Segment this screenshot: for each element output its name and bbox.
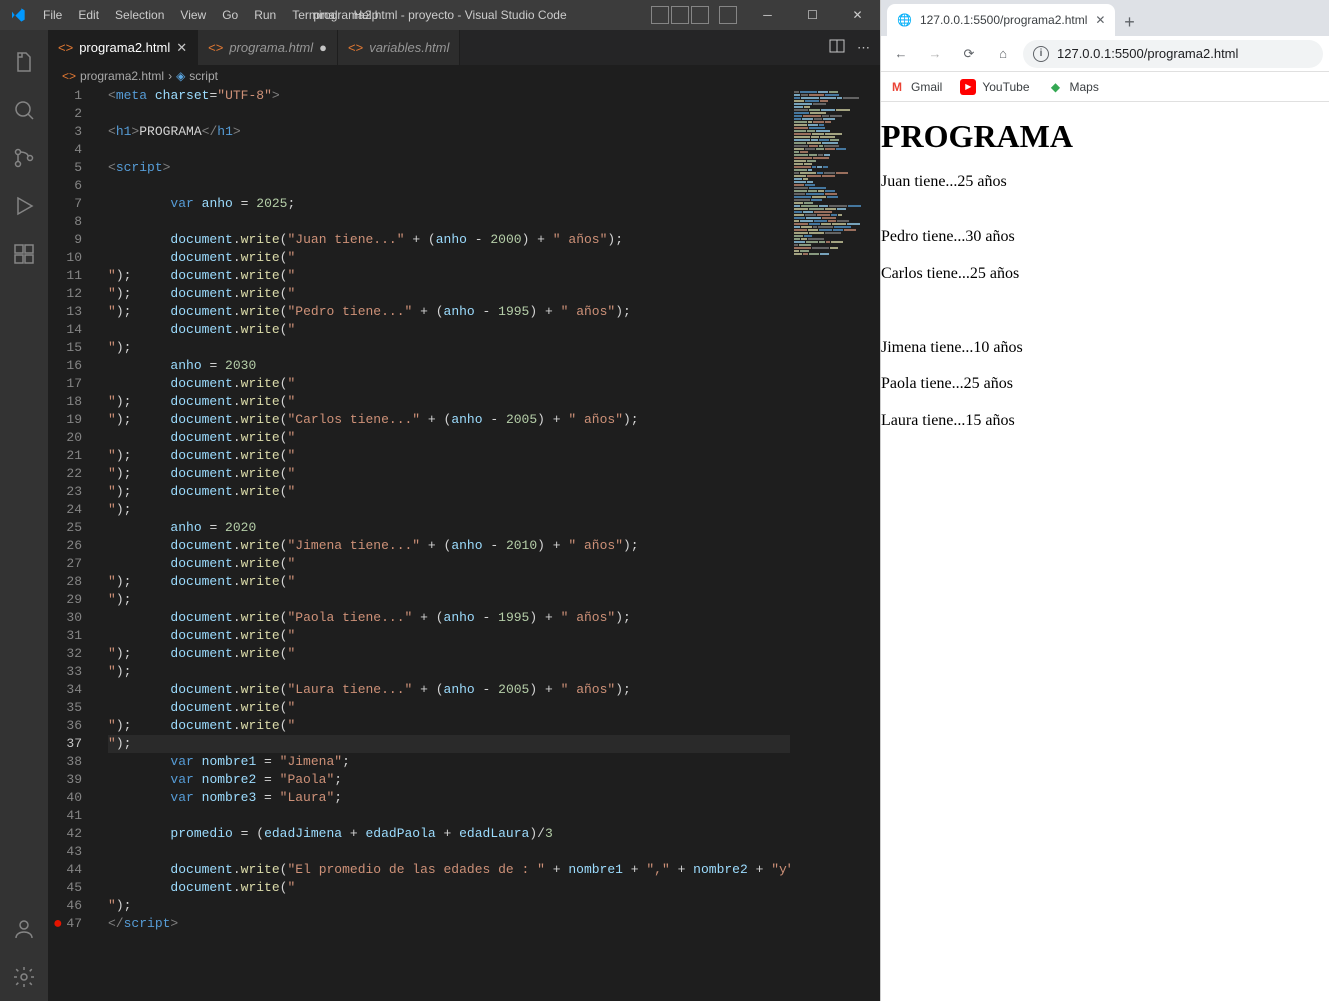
gmail-icon: M: [889, 79, 905, 95]
close-button[interactable]: ✕: [835, 0, 880, 30]
globe-icon: 🌐: [897, 13, 912, 27]
layout-custom-icon[interactable]: [719, 6, 737, 24]
layout-left-icon[interactable]: [651, 6, 669, 24]
close-tab-icon[interactable]: ✕: [1095, 13, 1105, 27]
maximize-button[interactable]: ☐: [790, 0, 835, 30]
explorer-icon[interactable]: [0, 38, 48, 86]
address-bar[interactable]: i 127.0.0.1:5500/programa2.html: [1023, 40, 1323, 68]
browser-toolbar: ← → ⟳ ⌂ i 127.0.0.1:5500/programa2.html: [881, 36, 1329, 72]
tab-programa2[interactable]: <> programa2.html ✕: [48, 30, 198, 65]
tab-actions: ⋯: [819, 30, 880, 65]
code-content[interactable]: <meta charset="UTF-8"> <h1>PROGRAMA</h1>…: [96, 87, 790, 1001]
forward-button[interactable]: →: [921, 40, 949, 68]
page-heading: PROGRAMA: [881, 118, 1329, 155]
bookmark-label: YouTube: [982, 80, 1029, 94]
youtube-icon: ▶: [960, 79, 976, 95]
reload-button[interactable]: ⟳: [955, 40, 983, 68]
layout-bottom-icon[interactable]: [671, 6, 689, 24]
menu-file[interactable]: File: [35, 0, 70, 30]
html-file-icon: <>: [62, 69, 76, 83]
account-icon[interactable]: [0, 905, 48, 953]
vscode-window: File Edit Selection View Go Run Terminal…: [0, 0, 880, 1001]
vscode-logo-icon: [0, 7, 35, 23]
minimize-button[interactable]: ─: [745, 0, 790, 30]
layout-icons: [651, 6, 737, 24]
minimap[interactable]: [790, 87, 880, 1001]
tab-programa[interactable]: <> programa.html ●: [198, 30, 338, 65]
menu-run[interactable]: Run: [246, 0, 284, 30]
html-file-icon: <>: [348, 40, 363, 55]
bookmark-gmail[interactable]: M Gmail: [889, 79, 942, 95]
extensions-icon[interactable]: [0, 230, 48, 278]
browser-tab-title: 127.0.0.1:5500/programa2.html: [920, 13, 1087, 27]
page-output: Juan tiene...25 años Pedro tiene...30 añ…: [881, 173, 1329, 430]
bookmark-maps[interactable]: ◆ Maps: [1048, 79, 1099, 95]
tab-label: programa2.html: [79, 40, 170, 55]
browser-tab[interactable]: 🌐 127.0.0.1:5500/programa2.html ✕: [887, 4, 1115, 36]
chevron-right-icon: ›: [168, 69, 172, 83]
close-tab-icon[interactable]: ✕: [176, 40, 187, 56]
bookmarks-bar: M Gmail ▶ YouTube ◆ Maps: [881, 72, 1329, 102]
bookmark-youtube[interactable]: ▶ YouTube: [960, 79, 1029, 95]
gutter: 1234567891011121314151617181920212223242…: [48, 87, 96, 1001]
window-title: programa2.html - proyecto - Visual Studi…: [313, 8, 566, 22]
browser-tabstrip: 🌐 127.0.0.1:5500/programa2.html ✕ +: [881, 0, 1329, 36]
breadcrumb-file[interactable]: programa2.html: [80, 69, 164, 83]
new-tab-button[interactable]: +: [1115, 8, 1143, 36]
bookmark-label: Gmail: [911, 80, 942, 94]
tab-label: programa.html: [229, 40, 313, 55]
page-content: PROGRAMA Juan tiene...25 años Pedro tien…: [881, 102, 1329, 1001]
dirty-indicator-icon[interactable]: ●: [319, 40, 327, 55]
tab-variables[interactable]: <> variables.html: [338, 30, 460, 65]
back-button[interactable]: ←: [887, 40, 915, 68]
code-editor[interactable]: 1234567891011121314151617181920212223242…: [48, 87, 880, 1001]
activity-bar: [0, 30, 48, 1001]
titlebar: File Edit Selection View Go Run Terminal…: [0, 0, 880, 30]
site-info-icon[interactable]: i: [1033, 46, 1049, 62]
editor-area: <> programa2.html ✕ <> programa.html ● <…: [48, 30, 880, 1001]
split-editor-icon[interactable]: [829, 38, 845, 57]
window-controls: ─ ☐ ✕: [651, 0, 880, 30]
search-icon[interactable]: [0, 86, 48, 134]
html-file-icon: <>: [208, 40, 223, 55]
menu-view[interactable]: View: [172, 0, 214, 30]
run-debug-icon[interactable]: [0, 182, 48, 230]
menu-selection[interactable]: Selection: [107, 0, 172, 30]
breadcrumb-symbol[interactable]: script: [189, 69, 218, 83]
html-file-icon: <>: [58, 40, 73, 55]
tab-label: variables.html: [369, 40, 449, 55]
editor-tabs: <> programa2.html ✕ <> programa.html ● <…: [48, 30, 880, 65]
menu-edit[interactable]: Edit: [70, 0, 107, 30]
more-actions-icon[interactable]: ⋯: [857, 40, 870, 56]
symbol-icon: ◈: [176, 69, 185, 83]
source-control-icon[interactable]: [0, 134, 48, 182]
maps-icon: ◆: [1048, 79, 1064, 95]
breadcrumbs[interactable]: <> programa2.html › ◈ script: [48, 65, 880, 87]
layout-right-icon[interactable]: [691, 6, 709, 24]
home-button[interactable]: ⌂: [989, 40, 1017, 68]
browser-window: 🌐 127.0.0.1:5500/programa2.html ✕ + ← → …: [880, 0, 1329, 1001]
settings-icon[interactable]: [0, 953, 48, 1001]
menu-go[interactable]: Go: [214, 0, 246, 30]
bookmark-label: Maps: [1070, 80, 1099, 94]
url-text: 127.0.0.1:5500/programa2.html: [1057, 46, 1238, 61]
